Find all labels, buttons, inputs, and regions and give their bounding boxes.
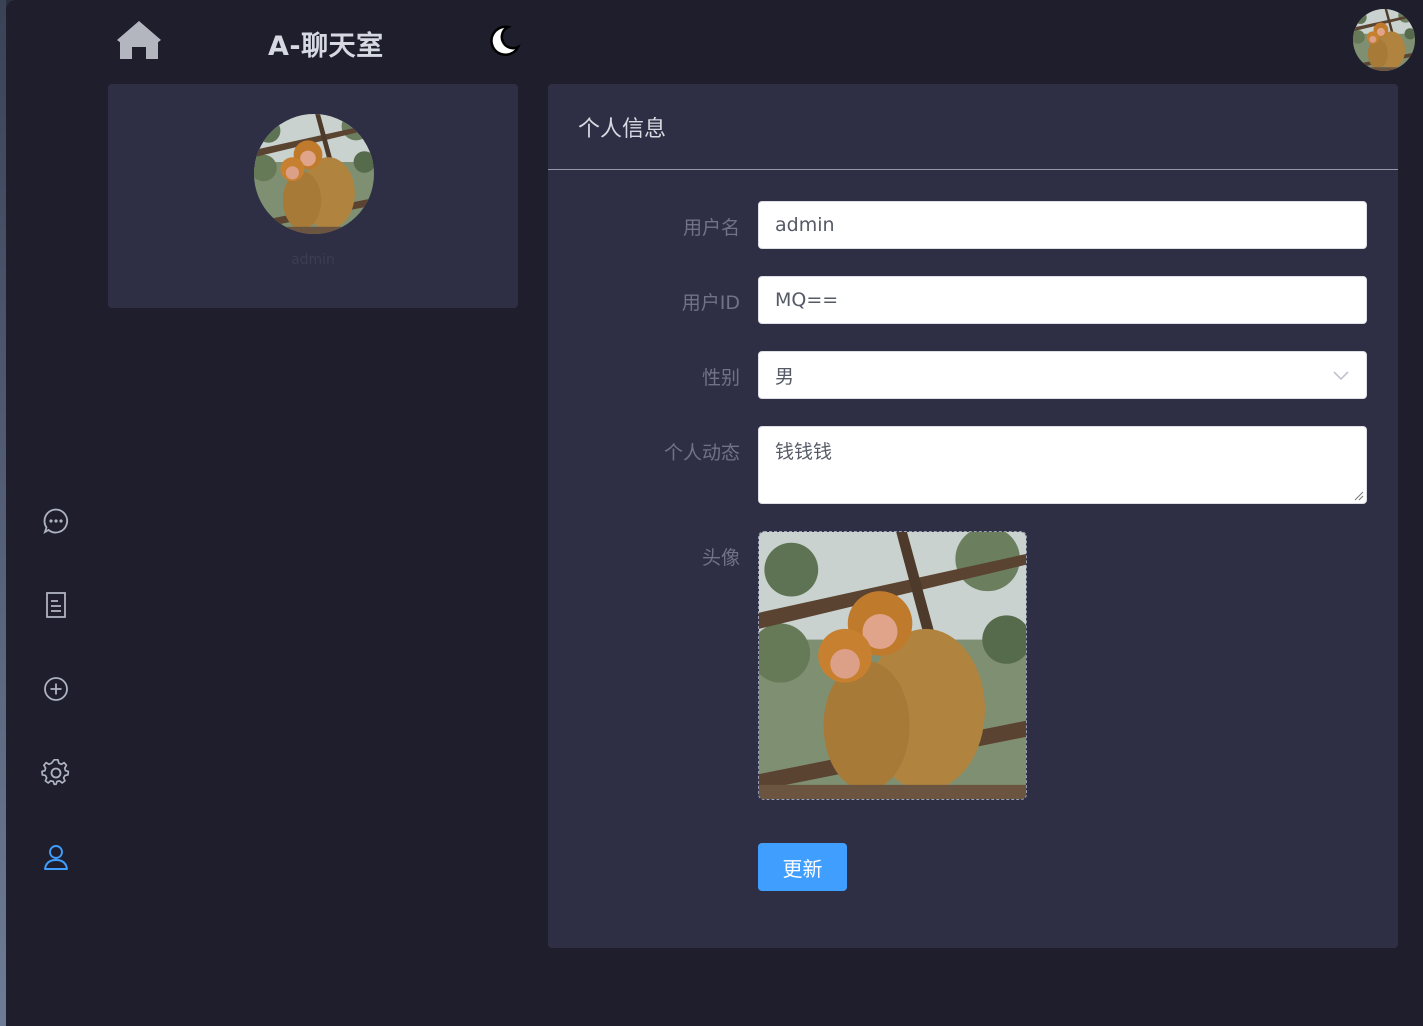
app-title: A-聊天室: [268, 31, 384, 62]
gear-icon[interactable]: [41, 758, 71, 788]
update-button[interactable]: 更新: [758, 843, 847, 891]
status-value: 钱钱钱: [775, 441, 833, 463]
user-icon[interactable]: [41, 842, 71, 872]
chevron-down-icon: [1333, 371, 1349, 381]
status-textarea[interactable]: 钱钱钱: [758, 426, 1367, 504]
app-window: A-聊天室 admin 个人信息 用户名 admin 用户ID MQ== 性别 …: [6, 0, 1423, 1026]
card-title: 个人信息: [578, 116, 667, 142]
status-label: 个人动态: [663, 442, 740, 464]
avatar-uploader[interactable]: [758, 531, 1027, 800]
username-field[interactable]: admin: [758, 201, 1367, 249]
userid-field[interactable]: MQ==: [758, 276, 1367, 324]
user-avatar[interactable]: [1353, 9, 1415, 71]
chat-icon[interactable]: [41, 506, 71, 536]
profile-avatar: [254, 114, 374, 234]
profile-name: admin: [291, 252, 335, 268]
info-card: 个人信息 用户名 admin 用户ID MQ== 性别 男 个人动态 钱钱钱 头…: [548, 84, 1398, 948]
profile-card: admin: [108, 84, 518, 308]
userid-value: MQ==: [775, 289, 839, 311]
avatar-label: 头像: [701, 547, 740, 569]
gender-select[interactable]: 男: [758, 351, 1367, 399]
card-header: 个人信息: [548, 84, 1398, 170]
moon-icon[interactable]: [484, 22, 522, 60]
userid-label: 用户ID: [681, 292, 740, 314]
home-icon[interactable]: [114, 18, 164, 62]
gender-value: 男: [775, 365, 795, 388]
username-label: 用户名: [682, 217, 740, 239]
avatar-preview: [759, 532, 1026, 799]
document-icon[interactable]: [41, 590, 71, 620]
gender-label: 性别: [701, 367, 740, 389]
add-circle-icon[interactable]: [41, 674, 71, 704]
username-value: admin: [775, 214, 835, 236]
resize-handle-icon[interactable]: [1354, 491, 1364, 501]
